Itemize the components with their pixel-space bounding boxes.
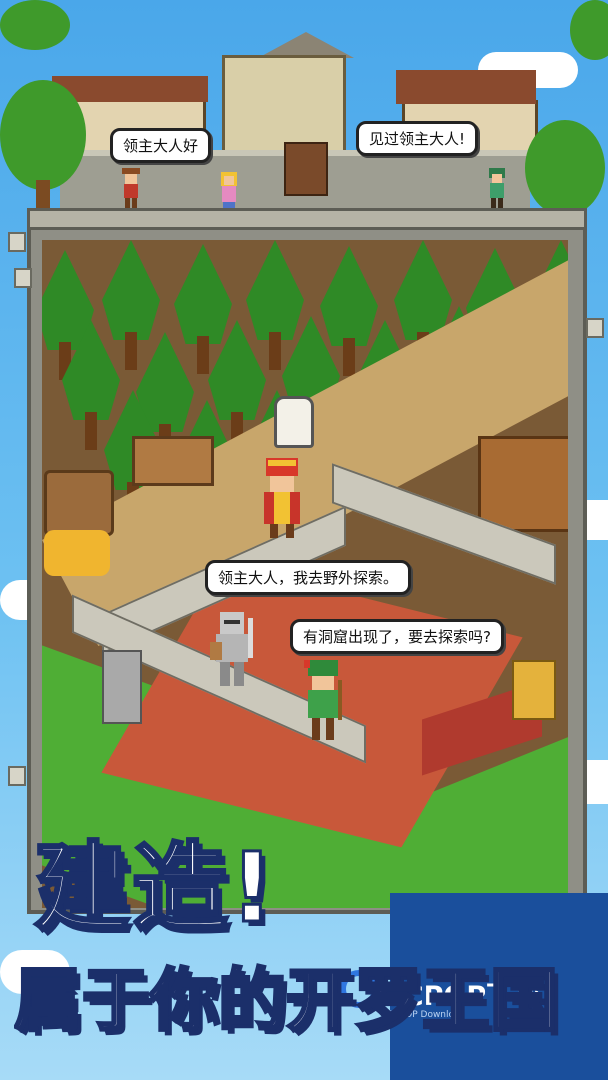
manor-door[interactable] xyxy=(284,142,328,196)
speech-bubble-greeting: 领主大人好 xyxy=(110,128,212,163)
statue[interactable] xyxy=(102,650,142,724)
speech-bubble-archer: 有洞窟出现了，要去探索吗? xyxy=(290,619,504,654)
archer-character[interactable] xyxy=(300,660,348,740)
headline-kingdom: 属于你的开罗王国 xyxy=(14,962,560,1042)
frame-handle xyxy=(14,268,32,288)
villager-green[interactable] xyxy=(486,168,508,208)
frame-handle xyxy=(8,232,26,252)
frame-handle xyxy=(8,766,26,786)
villager-blonde[interactable] xyxy=(218,172,240,210)
speech-bubble-greeting-2: 见过领主大人! xyxy=(356,121,479,156)
tree-left xyxy=(0,80,86,190)
lord-character[interactable] xyxy=(258,458,306,538)
signboard[interactable] xyxy=(132,436,214,486)
tree-trunk xyxy=(36,180,50,210)
pointing-hand-icon xyxy=(274,396,314,448)
tree-corner xyxy=(0,0,70,50)
tree-right xyxy=(525,120,605,216)
knight-character[interactable] xyxy=(210,612,256,686)
well[interactable] xyxy=(44,470,114,536)
frame-handle xyxy=(586,318,604,338)
throne[interactable] xyxy=(512,660,556,720)
map-frame-top xyxy=(27,208,587,230)
roof-right xyxy=(396,70,536,104)
speech-bubble-knight: 领主大人，我去野外探索。 xyxy=(205,560,412,595)
wooden-stairs xyxy=(478,436,568,532)
headline-build: 建造! xyxy=(33,832,276,944)
flower-bed xyxy=(44,530,110,576)
villager-cowboy[interactable] xyxy=(120,168,142,208)
